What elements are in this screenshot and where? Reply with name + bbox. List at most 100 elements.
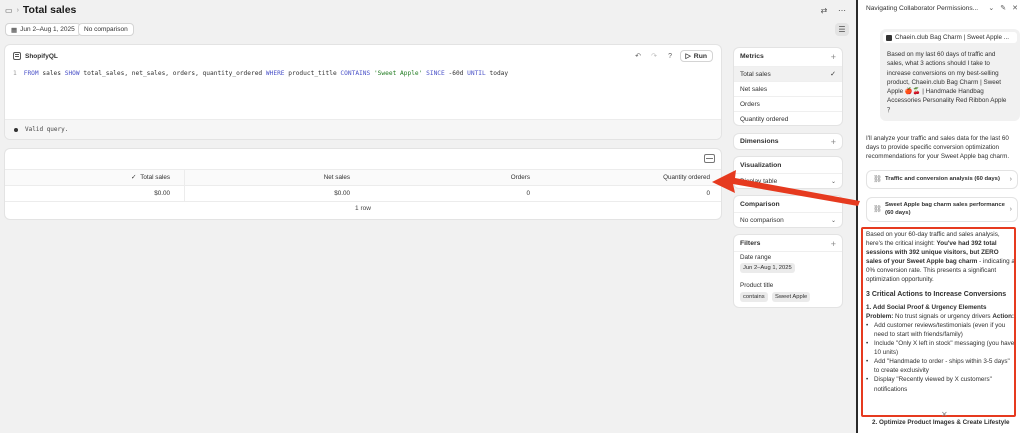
visualization-select[interactable]: Display table ⌄ <box>734 173 842 188</box>
table-view-icon[interactable] <box>704 154 715 163</box>
tool-result-card[interactable]: ⛓ Traffic and conversion analysis (60 da… <box>866 170 1018 189</box>
user-message: Chaein.club Bag Charm | Sweet Apple ... … <box>880 29 1020 121</box>
editor-header: ShopifyQL <box>13 52 58 60</box>
q-table: sales <box>38 70 65 77</box>
comparison-title: Comparison <box>740 201 780 208</box>
top-bar: ▭ › Total sales ▦ Jun 2–Aug 1, 2025 No c… <box>0 0 856 40</box>
user-message-text: Based on my last 60 days of traffic and … <box>887 51 1007 114</box>
dimensions-card: Dimensions + <box>733 133 843 150</box>
answer-subheading-2: 2. Optimize Product Images & Create Life… <box>872 419 1010 426</box>
run-label: Run <box>693 52 707 60</box>
settings-sliders-icon[interactable]: ☰ <box>835 23 849 36</box>
title-row: ▭ › Total sales <box>5 4 76 16</box>
switch-icon[interactable]: ⇄ <box>817 4 831 17</box>
metrics-title: Metrics <box>740 53 764 60</box>
annotation-highlight-box <box>861 227 1016 417</box>
breadcrumb-separator: › <box>16 6 19 14</box>
chevron-down-icon[interactable]: ⌄ <box>988 4 994 12</box>
line-number: 1 <box>13 70 17 77</box>
close-icon[interactable]: ✕ <box>1012 4 1018 12</box>
check-icon: ✓ <box>130 174 137 181</box>
metrics-card: Metrics + Total sales ✓ Net sales Orders … <box>733 47 843 126</box>
q-cond-value: 'Sweet Apple' <box>370 70 427 77</box>
product-filter-label: Product title <box>740 282 774 289</box>
divider <box>734 251 842 252</box>
assistant-intro: I'll analyze your traffic and sales data… <box>866 135 1010 161</box>
add-filter-icon[interactable]: + <box>831 239 836 249</box>
kw-where: WHERE <box>265 70 285 77</box>
undo-icon[interactable]: ↶ <box>632 50 645 62</box>
add-metric-icon[interactable]: + <box>831 52 836 62</box>
calendar-icon: ▦ <box>11 26 18 34</box>
query-editor: ShopifyQL ↶ ↷ ? ▷ Run 1 FROM sales SHOW t… <box>4 44 722 140</box>
kw-contains: CONTAINS <box>340 70 371 77</box>
metric-item[interactable]: Orders <box>734 96 842 111</box>
kw-from: FROM <box>23 70 39 77</box>
date-filter-tag[interactable]: Jun 2–Aug 1, 2025 <box>740 263 795 273</box>
query-line[interactable]: 1 FROM sales SHOW total_sales, net_sales,… <box>13 70 508 77</box>
col-orders[interactable]: Orders <box>355 170 535 185</box>
dismiss-icon[interactable]: ✕ <box>941 410 948 419</box>
cell-net-sales: $0.00 <box>334 190 350 197</box>
more-icon[interactable]: ⋯ <box>835 4 849 17</box>
metric-label: Net sales <box>740 85 768 93</box>
comparison-select[interactable]: No comparison ⌄ <box>734 212 842 227</box>
conversation-title[interactable]: Navigating Collaborator Permissions... <box>866 5 986 12</box>
col-label: Total sales <box>140 174 170 181</box>
visualization-title: Visualization <box>740 162 782 169</box>
link-icon: ⛓ <box>873 175 882 183</box>
col-label: Orders <box>510 174 530 181</box>
date-range-label: Jun 2–Aug 1, 2025 <box>20 26 75 33</box>
add-dimension-icon[interactable]: + <box>831 137 836 147</box>
query-status: Valid query. <box>25 126 69 133</box>
metric-item[interactable]: Net sales <box>734 81 842 96</box>
metric-label: Quantity ordered <box>740 115 789 123</box>
help-icon[interactable]: ? <box>664 50 677 62</box>
comparison-card: Comparison No comparison ⌄ <box>733 195 843 228</box>
visualization-value: Display table <box>740 177 778 185</box>
tool-card-label: Sweet Apple bag charm sales performance … <box>885 202 1005 216</box>
filter-value-tag[interactable]: Sweet Apple <box>772 292 811 302</box>
page-title: Total sales <box>22 4 77 16</box>
cell-quantity-ordered: 0 <box>706 190 710 197</box>
results-table: ✓ Total sales Net sales Orders Quantity o… <box>4 148 722 220</box>
table-row: $0.00 $0.00 0 0 <box>5 186 721 202</box>
status-dot-icon <box>14 127 18 132</box>
play-icon: ▷ <box>685 53 691 60</box>
comparison-picker[interactable]: No comparison <box>78 23 134 36</box>
metric-item[interactable]: Total sales ✓ <box>734 66 842 81</box>
col-net-sales[interactable]: Net sales <box>185 170 355 185</box>
cell-total-sales: $0.00 <box>154 190 170 197</box>
dimensions-title: Dimensions <box>740 138 779 145</box>
cell-orders: 0 <box>526 190 530 197</box>
report-icon[interactable]: ▭ <box>5 6 13 15</box>
kw-until: UNTIL <box>467 70 486 77</box>
comparison-label: No comparison <box>84 26 128 33</box>
q-fields: total_sales, net_sales, orders, quantity… <box>79 70 266 77</box>
chevron-down-icon: ⌄ <box>830 217 836 224</box>
code-icon <box>13 52 21 60</box>
filter-operator-tag[interactable]: contains <box>740 292 768 302</box>
metric-item[interactable]: Quantity ordered <box>734 111 842 126</box>
editor-toolbar: ↶ ↷ ? ▷ Run <box>632 50 713 62</box>
redo-icon[interactable]: ↷ <box>648 50 661 62</box>
kw-since: SINCE <box>426 70 445 77</box>
q-cond-field: product_title <box>284 70 341 77</box>
metric-label: Total sales <box>740 70 771 78</box>
col-total-sales[interactable]: ✓ Total sales <box>5 170 175 185</box>
visualization-card: Visualization Display table ⌄ <box>733 156 843 189</box>
filters-card: Filters + Date range Jun 2–Aug 1, 2025 P… <box>733 234 843 308</box>
chevron-right-icon: › <box>1009 175 1012 183</box>
kw-show: SHOW <box>64 70 80 77</box>
col-label: Quantity ordered <box>663 174 710 181</box>
col-quantity-ordered[interactable]: Quantity ordered <box>535 170 715 185</box>
tool-result-card[interactable]: ⛓ Sweet Apple bag charm sales performanc… <box>866 197 1018 222</box>
q-since-value: -60d <box>444 70 468 77</box>
table-header: ✓ Total sales Net sales Orders Quantity o… <box>5 169 721 186</box>
date-filter-label: Date range <box>740 254 772 261</box>
run-button[interactable]: ▷ Run <box>679 50 713 62</box>
date-range-picker[interactable]: ▦ Jun 2–Aug 1, 2025 <box>5 23 81 36</box>
link-icon: ⛓ <box>873 205 882 213</box>
new-chat-icon[interactable]: ✎ <box>1000 4 1006 12</box>
product-context-chip[interactable]: Chaein.club Bag Charm | Sweet Apple ... <box>883 32 1017 43</box>
